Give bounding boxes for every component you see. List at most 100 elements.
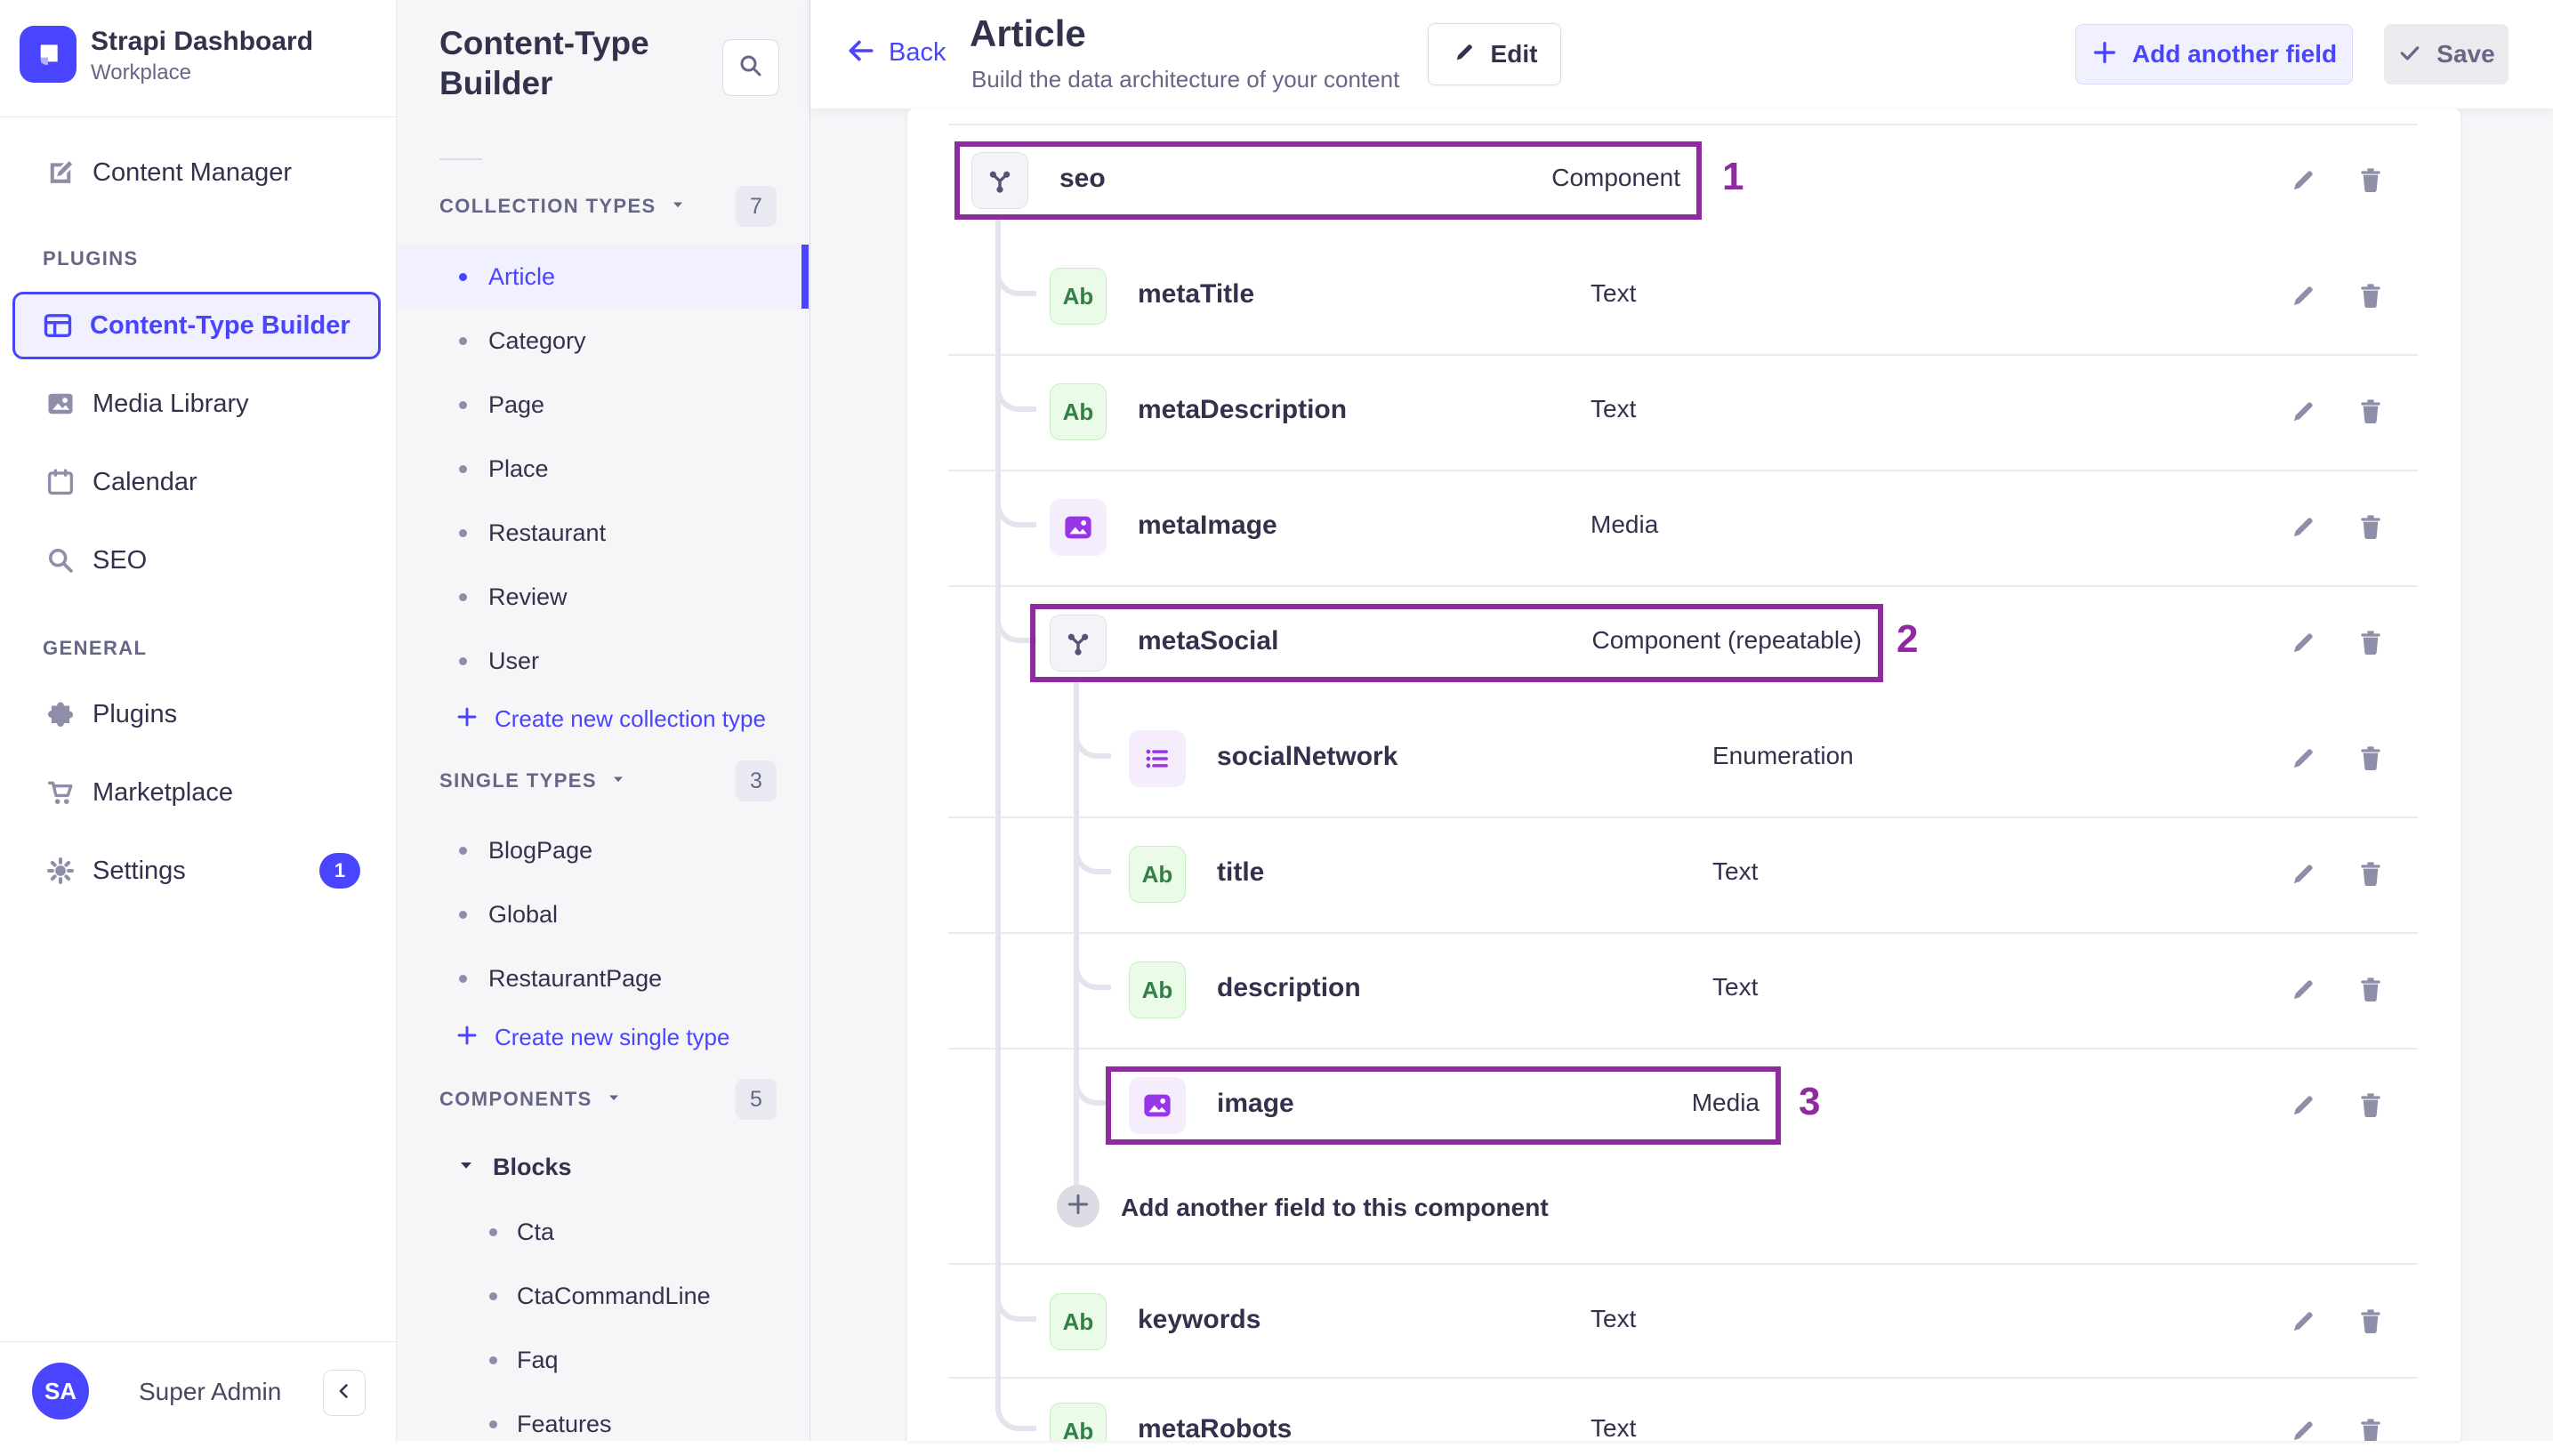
back-link[interactable]: Back [846, 36, 946, 70]
section-header-label: COMPONENTS [439, 1088, 592, 1110]
panel-item-label: Cta [517, 1218, 555, 1245]
panel-item-page[interactable]: Page [397, 373, 809, 437]
component-category-blocks[interactable]: Blocks [397, 1135, 809, 1199]
panel-item-cta[interactable]: Cta [397, 1200, 809, 1264]
field-row-metaTitle: Ab metaTitle Text [907, 238, 2460, 354]
panel-item-label: Category [488, 326, 586, 354]
field-type: Enumeration [1712, 742, 1854, 769]
delete-field-icon[interactable] [2356, 281, 2386, 316]
sidebar-item-content-manager[interactable]: Content Manager [0, 141, 396, 205]
save-button[interactable]: Save [2384, 24, 2509, 84]
panel-item-label: User [488, 647, 540, 674]
field-name: metaRobots [1138, 1414, 1293, 1441]
sidebar-item-label: Content-Type Builder [90, 310, 350, 340]
sidebar-item-content-type-builder[interactable]: Content-Type Builder [12, 292, 381, 359]
edit-field-icon[interactable] [2288, 859, 2318, 894]
sidebar-item-marketplace[interactable]: Marketplace [0, 760, 396, 825]
text-field-icon: Ab [1050, 1403, 1107, 1441]
panel-item-features[interactable]: Features [397, 1392, 809, 1456]
search-button[interactable] [722, 39, 779, 96]
seo-icon [43, 543, 78, 578]
panel-item-place[interactable]: Place [397, 437, 809, 501]
delete-field-icon[interactable] [2356, 975, 2386, 1010]
avatar[interactable]: SA [32, 1363, 89, 1420]
add-another-field-button[interactable]: Add another field [2075, 24, 2353, 84]
field-type: Text [1591, 279, 1637, 307]
sidebar-item-plugins[interactable]: Plugins [0, 682, 396, 746]
panel-item-label: RestaurantPage [488, 964, 663, 992]
bullet-icon [459, 336, 467, 345]
edit-field-icon[interactable] [2288, 512, 2318, 547]
delete-field-icon[interactable] [2356, 1090, 2386, 1125]
bullet-icon [459, 528, 467, 537]
row-actions [2288, 628, 2386, 663]
section-header-components[interactable]: COMPONENTS 5 [397, 1067, 810, 1131]
row-actions [2288, 1416, 2386, 1441]
row-actions [2288, 281, 2386, 316]
panel-item-faq[interactable]: Faq [397, 1328, 809, 1392]
delete-field-icon[interactable] [2356, 628, 2386, 663]
annotation-number-2: 2 [1897, 617, 1919, 661]
panel-item-article[interactable]: Article [397, 245, 809, 309]
create-link-label: Create new single type [495, 1023, 730, 1050]
panel-item-restaurant[interactable]: Restaurant [397, 501, 809, 565]
delete-field-icon[interactable] [2356, 744, 2386, 778]
delete-field-icon[interactable] [2356, 1416, 2386, 1441]
edit-field-icon[interactable] [2288, 744, 2318, 778]
edit-field-icon[interactable] [2288, 1307, 2318, 1341]
edit-field-icon[interactable] [2288, 281, 2318, 316]
enum-field-icon [1129, 730, 1186, 787]
row-actions [2288, 1307, 2386, 1341]
row-actions [2288, 744, 2386, 778]
panel-item-global[interactable]: Global [397, 882, 809, 946]
delete-field-icon[interactable] [2356, 397, 2386, 431]
delete-field-icon[interactable] [2356, 1307, 2386, 1341]
back-label: Back [889, 38, 946, 67]
add-field-to-component-button[interactable] [1057, 1185, 1099, 1227]
panel-item-restaurantpage[interactable]: RestaurantPage [397, 946, 809, 1010]
field-name: metaSocial [1138, 626, 1279, 656]
panel-item-user[interactable]: User [397, 629, 809, 693]
delete-field-icon[interactable] [2356, 859, 2386, 894]
sidebar-item-label: Content Manager [93, 157, 293, 187]
sidebar-item-media-library[interactable]: Media Library [0, 372, 396, 436]
edit-field-icon[interactable] [2288, 165, 2318, 200]
field-row-title: Ab title Text [907, 816, 2460, 932]
section-header-single-types[interactable]: SINGLE TYPES 3 [397, 749, 810, 813]
field-row-metaRobots: Ab metaRobots Text [907, 1373, 2460, 1441]
delete-field-icon[interactable] [2356, 165, 2386, 200]
edit-field-icon[interactable] [2288, 628, 2318, 663]
sidebar-item-seo[interactable]: SEO [0, 528, 396, 592]
page-header: Back Article Build the data architecture… [810, 0, 2553, 109]
panel-item-label: Page [488, 390, 545, 418]
create-new-collection-type-link[interactable]: Create new collection type [397, 688, 809, 749]
sidebar-item-calendar[interactable]: Calendar [0, 450, 396, 514]
field-type: Media [1691, 1089, 1760, 1116]
panel-item-category[interactable]: Category [397, 309, 809, 373]
strapi-logo [20, 26, 77, 83]
field-name: socialNetwork [1217, 742, 1398, 771]
panel-item-blogpage[interactable]: BlogPage [397, 818, 809, 882]
delete-field-icon[interactable] [2356, 512, 2386, 547]
field-name: metaImage [1138, 511, 1277, 540]
field-type: Component (repeatable) [1591, 626, 1862, 654]
section-header-collection-types[interactable]: COLLECTION TYPES 7 [397, 174, 810, 238]
general-section-header: GENERAL [43, 637, 148, 659]
panel-item-review[interactable]: Review [397, 565, 809, 629]
panel-title: Content-Type Builder [439, 25, 649, 102]
edit-field-icon[interactable] [2288, 1090, 2318, 1125]
field-row-metaSocial: metaSocial Component (repeatable) [907, 585, 2460, 701]
edit-field-icon[interactable] [2288, 975, 2318, 1010]
field-name: title [1217, 857, 1265, 887]
edit-field-icon[interactable] [2288, 397, 2318, 431]
annotation-number-1: 1 [1722, 155, 1744, 198]
panel-item-ctacommandline[interactable]: CtaCommandLine [397, 1264, 809, 1328]
edit-field-icon[interactable] [2288, 1416, 2318, 1441]
create-new-single-type-link[interactable]: Create new single type [397, 1007, 809, 1067]
collapse-sidebar-button[interactable] [323, 1370, 366, 1416]
edit-button[interactable]: Edit [1428, 23, 1561, 85]
panel-item-label: Features [517, 1410, 612, 1437]
pen-feather-icon [43, 155, 78, 190]
panel-item-label: Global [488, 900, 559, 928]
sidebar-item-settings[interactable]: Settings 1 [0, 839, 396, 903]
